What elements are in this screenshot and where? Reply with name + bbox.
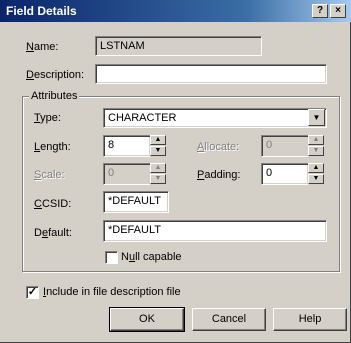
null-capable-checkbox[interactable] [105,251,118,264]
spin-up-arrow-icon: ▲ [150,163,166,173]
field-details-dialog: Field Details ? × Name: LSTNAM Descripti… [0,0,351,343]
length-spinner[interactable]: ▲ ▼ [150,135,166,157]
attributes-group-title: Attributes [29,90,80,102]
spin-down-arrow-icon[interactable]: ▼ [150,146,166,156]
spin-down-arrow-icon: ▼ [150,174,166,184]
default-input[interactable]: *DEFAULT [103,220,327,242]
chevron-down-icon[interactable]: ▼ [308,109,325,126]
length-input[interactable]: 8 [103,135,151,157]
window-title: Field Details [6,4,77,18]
help-button[interactable]: Help [273,308,347,331]
padding-spinner[interactable]: ▲ ▼ [308,163,324,185]
scale-input: 0 [103,163,151,185]
description-input[interactable] [95,64,327,84]
type-select[interactable]: CHARACTER [103,108,327,128]
ccsid-label: CCSID: [34,198,72,210]
padding-input[interactable]: 0 [261,163,309,185]
type-label: Type: [34,112,61,124]
padding-label: Padding: [197,169,241,181]
spin-down-arrow-icon[interactable]: ▼ [308,174,324,184]
include-label[interactable]: Include in file description file [43,286,181,298]
default-label: Default: [34,227,72,239]
ok-button[interactable]: OK [109,307,185,332]
description-label: Description: [26,69,85,81]
checkmark-icon: ✓ [27,286,38,298]
help-title-button[interactable]: ? [312,4,328,18]
include-checkbox[interactable]: ✓ [26,286,39,299]
length-label: Length: [34,141,71,153]
null-capable-label[interactable]: Null capable [121,251,182,263]
cancel-button[interactable]: Cancel [192,308,266,331]
title-bar[interactable]: Field Details ? × [0,0,351,22]
allocate-spinner: ▲ ▼ [308,135,324,157]
spin-up-arrow-icon: ▲ [308,135,324,145]
name-label: Name: [26,41,59,53]
close-button[interactable]: × [330,4,346,18]
scale-spinner: ▲ ▼ [150,163,166,185]
spin-down-arrow-icon: ▼ [308,146,324,156]
scale-label: Scale: [34,169,65,181]
name-field: LSTNAM [95,36,262,56]
allocate-input: 0 [261,135,309,157]
ccsid-input[interactable]: *DEFAULT [103,191,169,213]
spin-up-arrow-icon[interactable]: ▲ [308,163,324,173]
spin-up-arrow-icon[interactable]: ▲ [150,135,166,145]
allocate-label: Allocate: [197,141,240,153]
